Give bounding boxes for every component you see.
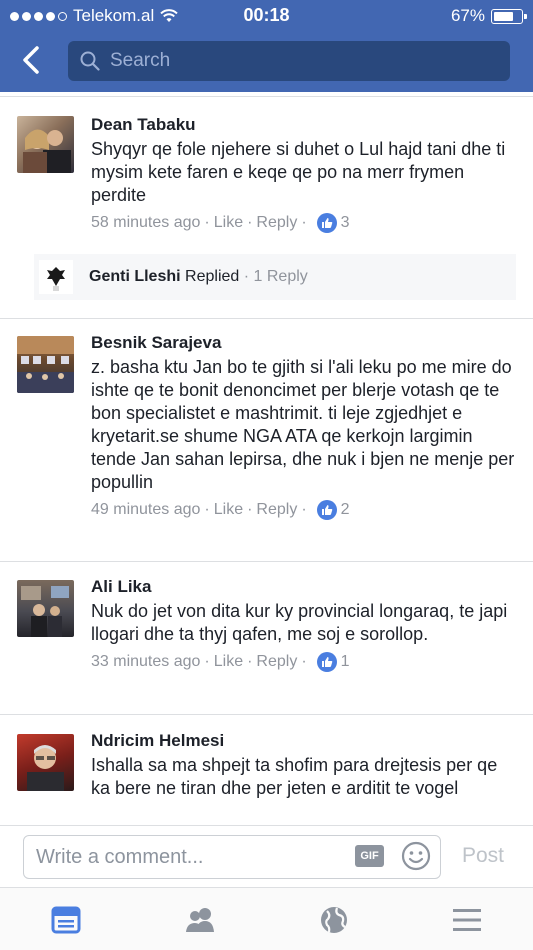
comment-meta: 58 minutes ago · Like · Reply · 3 [91,213,350,233]
emoji-button[interactable] [400,840,432,877]
comment-body: Ndricim Helmesi Ishalla sa ma shpejt ta … [91,730,521,800]
like-count[interactable]: 2 [341,501,350,519]
reply-button[interactable]: Reply [256,501,297,519]
like-button[interactable]: Like [214,653,243,671]
replier-name[interactable]: Genti Lleshi [89,268,181,285]
commenter-name[interactable]: Ali Lika [91,576,521,598]
bottom-tab-bar [0,887,533,950]
replies-summary[interactable]: Genti Lleshi Replied · 1 Reply [34,254,516,300]
news-feed-icon [51,906,81,934]
comment-body: Dean Tabaku Shyqyr qe fole njehere si du… [91,114,521,233]
like-button[interactable]: Like [214,501,243,519]
comment-text: z. basha ktu Jan bo te gjith si l'ali le… [91,357,515,492]
search-icon [80,51,100,71]
reply-count[interactable]: 1 Reply [254,268,308,285]
search-placeholder: Search [110,50,171,71]
top-navigation-bar: Telekom.al 00:18 67% Search [0,0,533,92]
friends-icon [186,908,214,932]
tab-notifications[interactable] [318,904,350,936]
battery-percentage: 67% [450,6,485,25]
tab-friends[interactable] [184,904,216,936]
reply-button[interactable]: Reply [256,214,297,232]
post-button[interactable]: Post [462,844,504,868]
back-button[interactable] [14,42,48,78]
globe-icon [321,907,347,933]
comment-input-placeholder: Write a comment... [36,845,204,868]
comment-composer: Write a comment... GIF Post [0,825,533,887]
divider [0,318,533,319]
comment-body: Besnik Sarajeva z. basha ktu Jan bo te g… [91,332,521,520]
like-count[interactable]: 3 [341,214,350,232]
thumbs-up-icon [316,213,337,233]
comment-timestamp: 33 minutes ago [91,653,201,670]
tab-news-feed[interactable] [50,904,82,936]
comment-timestamp: 49 minutes ago [91,501,201,518]
avatar [39,260,73,294]
divider [0,561,533,562]
avatar[interactable] [17,734,74,791]
menu-icon [453,909,481,931]
comment-text: Ishalla sa ma shpejt ta shofim para drej… [91,755,498,798]
avatar[interactable] [17,116,74,173]
avatar[interactable] [17,580,74,637]
smiley-icon [401,841,431,871]
divider [0,96,533,97]
like-count[interactable]: 1 [341,653,350,671]
reply-action: Replied [185,268,240,285]
avatar[interactable] [17,336,74,393]
comment-meta: 33 minutes ago · Like · Reply · 1 [91,652,350,672]
thumbs-up-icon [316,500,337,520]
like-button[interactable]: Like [214,214,243,232]
status-bar: Telekom.al 00:18 67% [0,0,533,32]
divider [0,714,533,715]
tab-menu[interactable] [451,904,483,936]
comment-text: Shyqyr qe fole njehere si duhet o Lul ha… [91,139,506,205]
battery-status: 67% [450,6,527,26]
comment-text: Nuk do jet von dita kur ky provincial lo… [91,601,508,644]
battery-icon [491,8,527,24]
comment-meta: 49 minutes ago · Like · Reply · 2 [91,500,350,520]
thumbs-up-icon [316,652,337,672]
comment-timestamp: 58 minutes ago [91,214,201,231]
comments-feed[interactable]: Dean Tabaku Shyqyr qe fole njehere si du… [0,92,533,825]
comment-body: Ali Lika Nuk do jet von dita kur ky prov… [91,576,521,672]
reply-button[interactable]: Reply [256,653,297,671]
search-bar[interactable]: Search [68,41,510,81]
commenter-name[interactable]: Besnik Sarajeva [91,332,521,354]
reply-summary-text: Genti Lleshi Replied · 1 Reply [89,268,308,285]
commenter-name[interactable]: Dean Tabaku [91,114,521,136]
commenter-name[interactable]: Ndricim Helmesi [91,730,521,752]
chevron-left-icon [23,46,39,74]
gif-button[interactable]: GIF [355,845,384,867]
